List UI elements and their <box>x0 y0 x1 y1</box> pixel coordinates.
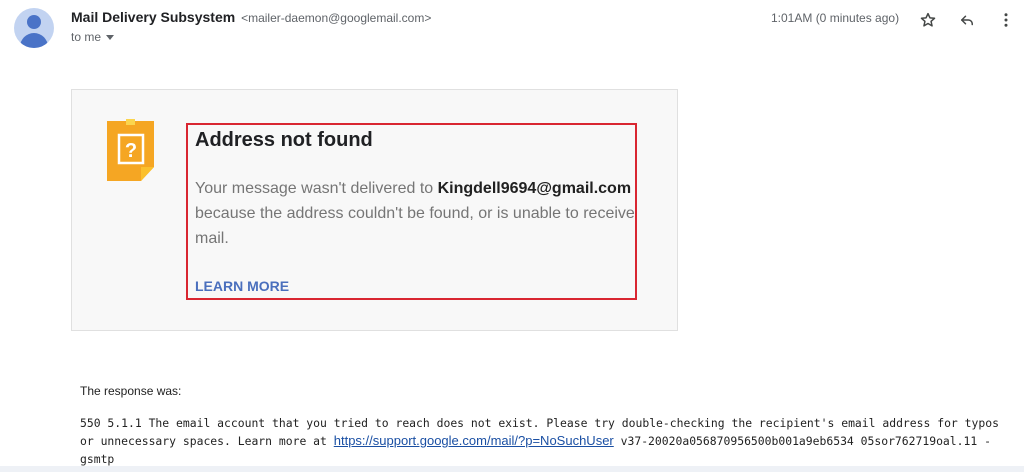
recipient-address: Kingdell9694@gmail.com <box>437 180 632 197</box>
reply-icon <box>961 15 973 26</box>
question-note-icon: ? <box>107 119 154 181</box>
star-icon <box>920 12 936 27</box>
more-options-button[interactable] <box>994 8 1018 32</box>
response-label: The response was: <box>80 384 182 398</box>
sender-name[interactable]: Mail Delivery Subsystem <box>71 9 235 25</box>
reply-button[interactable] <box>955 8 979 32</box>
card-title: Address not found <box>195 129 373 151</box>
to-label: to me <box>71 30 102 44</box>
sender-email: <mailer-daemon@googlemail.com> <box>241 11 432 25</box>
response-text: 550 5.1.1 The email account that you tri… <box>80 414 1000 468</box>
recipients-toggle[interactable]: to me <box>71 30 115 44</box>
bottom-scroll-strip <box>0 466 1024 472</box>
message-prefix: Your message wasn't delivered to <box>195 180 438 197</box>
star-button[interactable] <box>916 8 940 32</box>
message-suffix: because the address couldn't be found, o… <box>195 205 635 247</box>
svg-text:?: ? <box>125 140 137 162</box>
learn-more-link[interactable]: LEARN MORE <box>195 278 289 294</box>
card-message: Your message wasn't delivered to Kingdel… <box>195 176 635 251</box>
sender-avatar[interactable] <box>14 8 54 48</box>
sender-line: Mail Delivery Subsystem <mailer-daemon@g… <box>71 9 431 25</box>
more-vert-icon <box>1004 13 1008 27</box>
avatar-head <box>27 15 41 29</box>
timestamp: 1:01AM (0 minutes ago) <box>771 11 900 25</box>
support-link[interactable]: https://support.google.com/mail/?p=NoSuc… <box>334 433 614 448</box>
avatar-body <box>20 33 48 48</box>
chevron-down-icon[interactable] <box>106 35 115 41</box>
